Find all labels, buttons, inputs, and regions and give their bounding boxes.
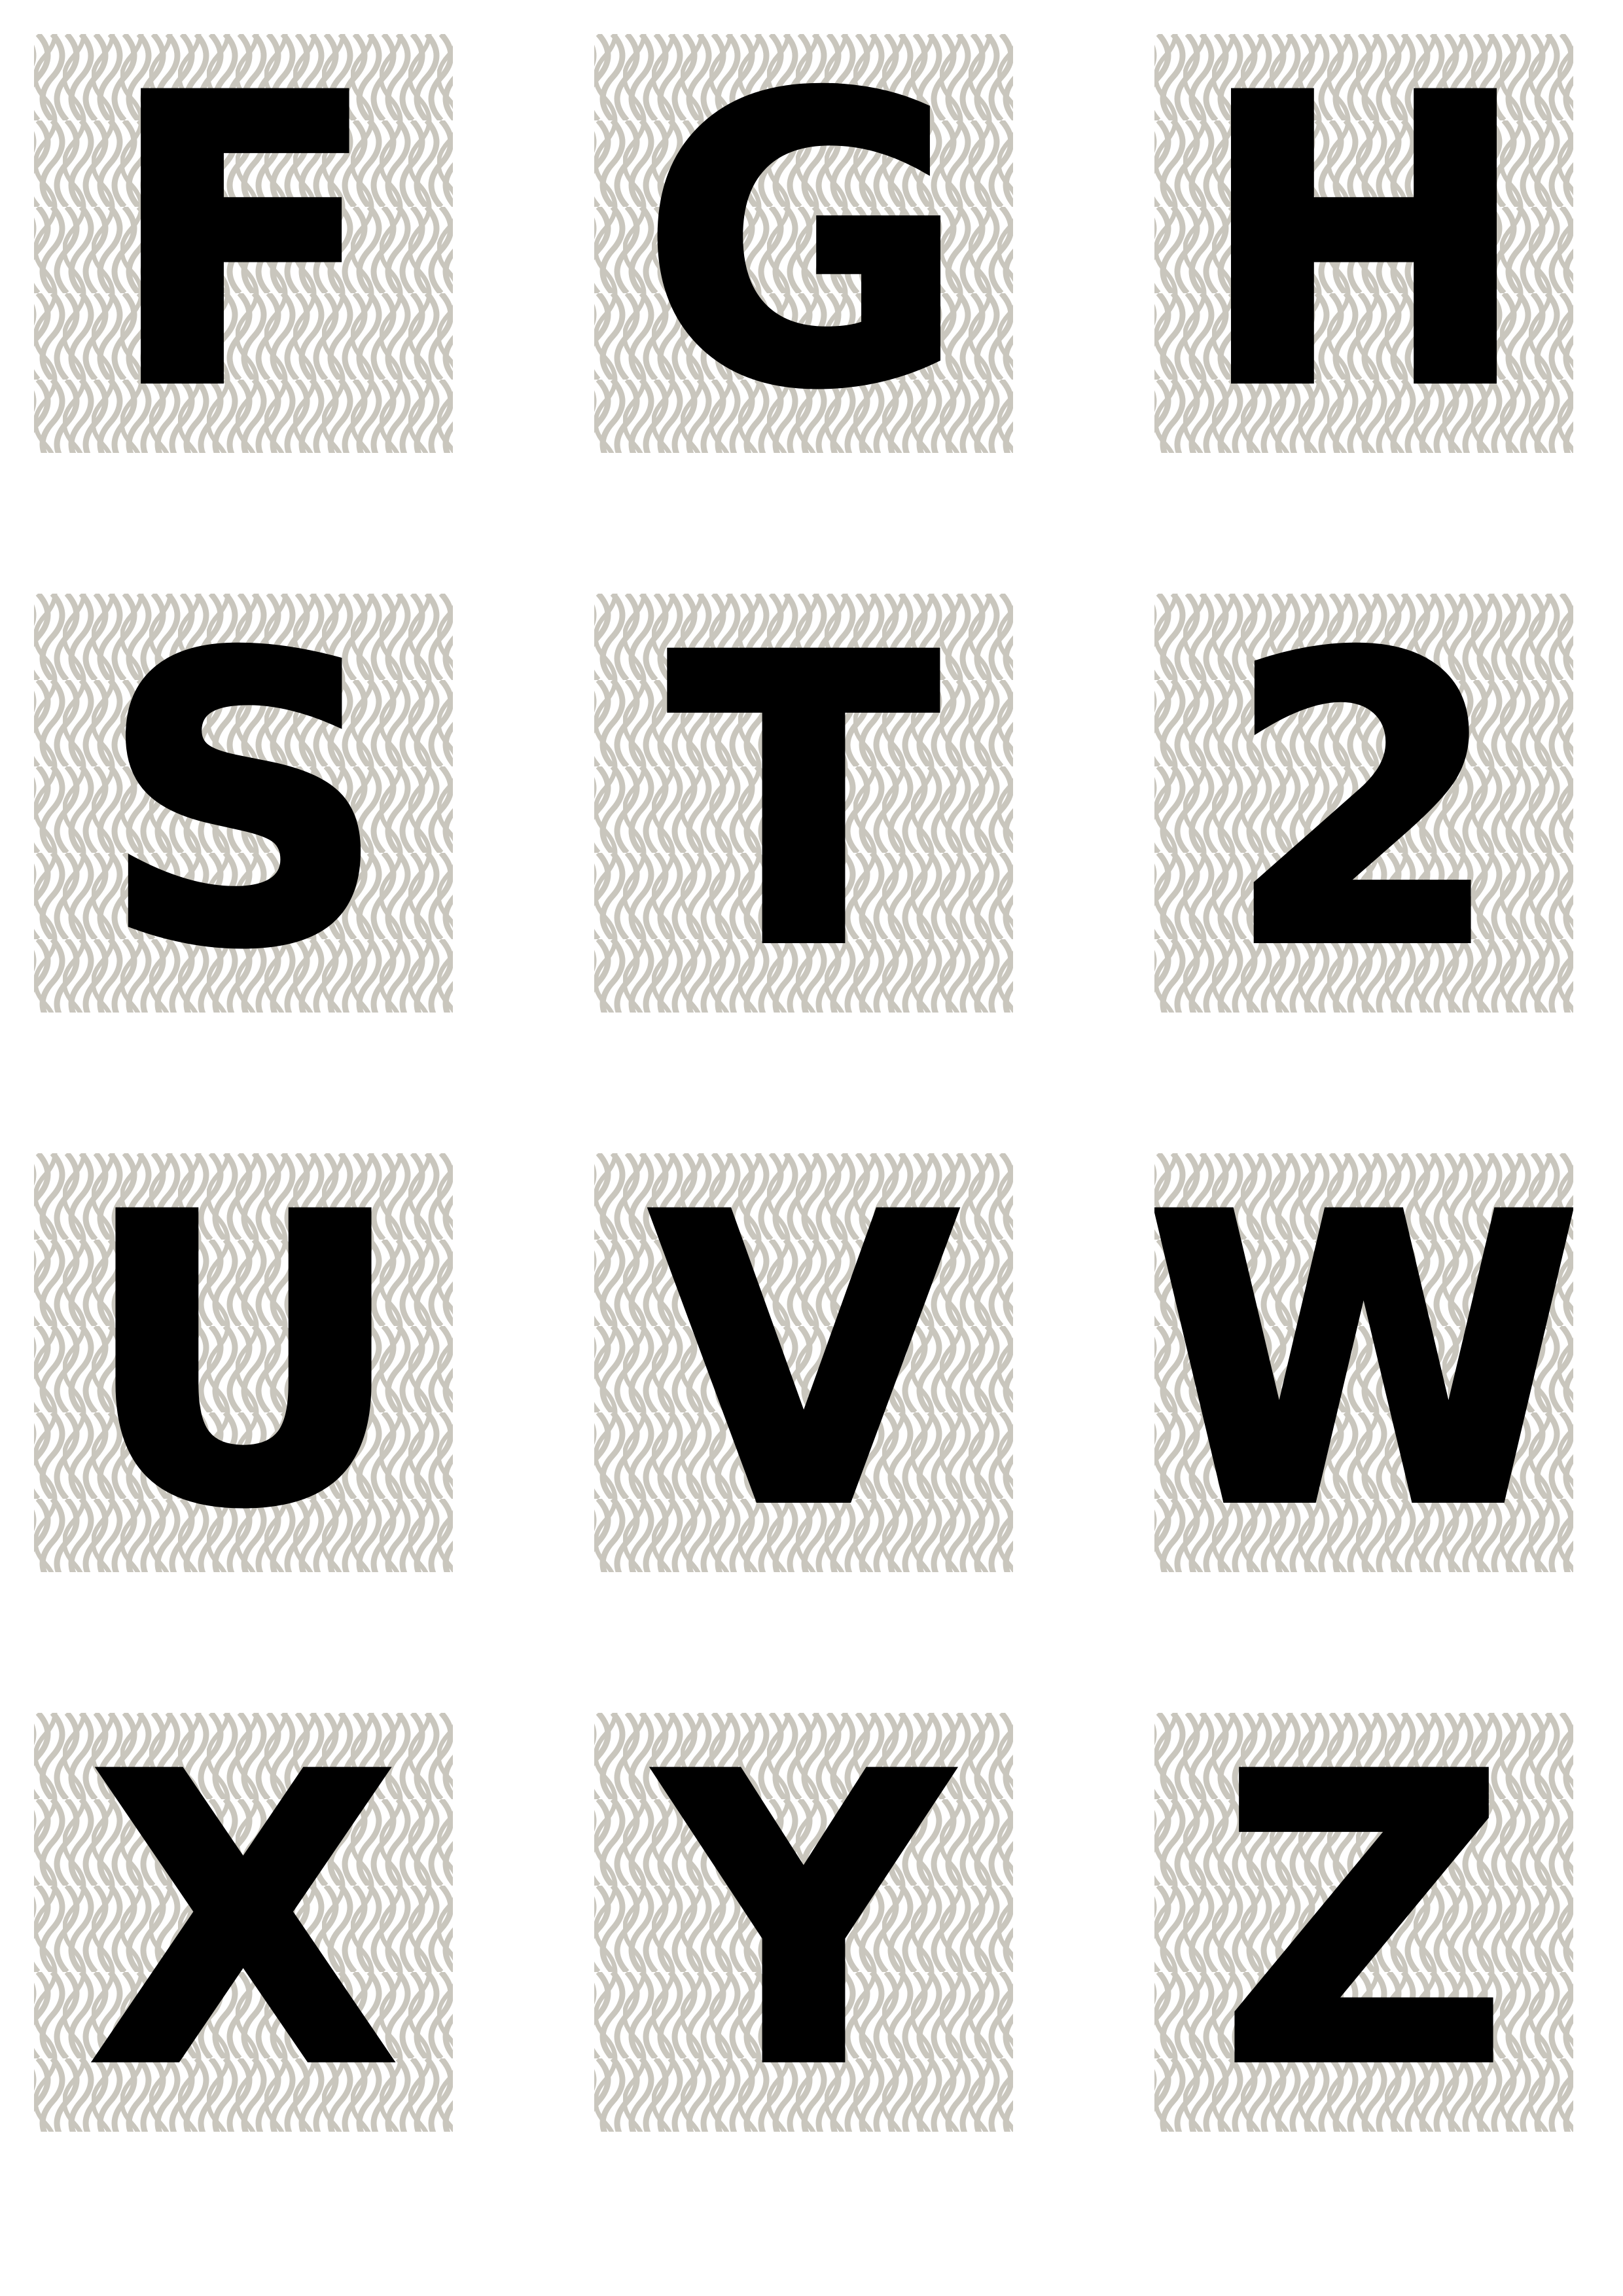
- letter-card: V: [594, 1153, 1013, 1572]
- letter-glyph: U: [79, 1153, 407, 1572]
- letter-glyph: Y: [657, 1713, 950, 2132]
- letter-card: X: [34, 1713, 453, 2132]
- letter-card: T: [594, 594, 1013, 1013]
- letter-card-sheet: F G H S T 2 U V W X Y Z: [0, 0, 1623, 2296]
- letter-card: S: [34, 594, 453, 1013]
- letter-card: H: [1154, 34, 1573, 453]
- letter-glyph: G: [638, 34, 969, 453]
- letter-glyph: X: [88, 1713, 400, 2132]
- letter-card: F: [34, 34, 453, 453]
- letter-card: 2: [1154, 594, 1573, 1013]
- letter-glyph: Z: [1217, 1713, 1510, 2132]
- letter-card: G: [594, 34, 1013, 453]
- letter-card: U: [34, 1153, 453, 1572]
- letter-glyph: T: [665, 594, 942, 1013]
- letter-glyph: S: [98, 594, 389, 1013]
- letter-glyph: V: [647, 1153, 960, 1572]
- letter-card: Y: [594, 1713, 1013, 2132]
- letter-glyph: F: [105, 34, 382, 453]
- letter-glyph: H: [1195, 34, 1533, 453]
- letter-card: W: [1154, 1153, 1573, 1572]
- letter-glyph: W: [1154, 1153, 1573, 1572]
- letter-card: Z: [1154, 1713, 1573, 2132]
- letter-glyph: 2: [1222, 594, 1505, 1013]
